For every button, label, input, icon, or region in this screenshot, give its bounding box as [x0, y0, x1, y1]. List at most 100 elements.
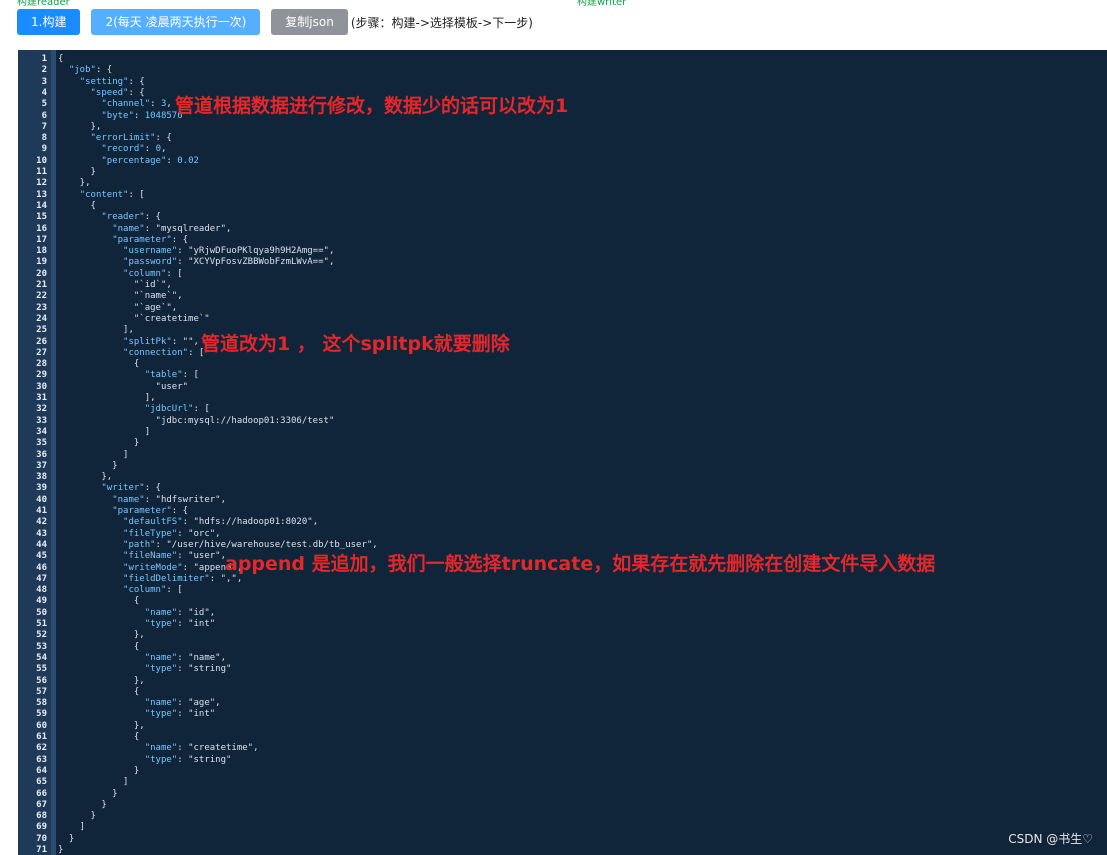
line-number: 45: [36, 551, 47, 562]
code-line[interactable]: "jdbcUrl": [: [58, 404, 210, 415]
code-line[interactable]: ]: [58, 427, 150, 438]
code-line[interactable]: "parameter": {: [58, 235, 188, 246]
code-line[interactable]: "column": [: [58, 269, 183, 280]
line-number: 38: [36, 472, 47, 483]
code-token: },: [58, 472, 113, 483]
code-token: }: [58, 460, 118, 471]
code-line[interactable]: "fileName": "user",: [58, 551, 226, 562]
code-line[interactable]: "type": "int": [58, 709, 215, 720]
code-token: :: [209, 573, 221, 584]
code-line[interactable]: }: [58, 834, 74, 845]
code-line[interactable]: {: [58, 201, 96, 212]
code-line[interactable]: "reader": {: [58, 212, 161, 223]
code-line[interactable]: "jdbc:mysql://hadoop01:3306/test": [58, 416, 335, 427]
code-line[interactable]: "content": [: [58, 190, 145, 201]
code-line[interactable]: "writer": {: [58, 483, 161, 494]
code-line[interactable]: {: [58, 596, 139, 607]
code-token: :: [177, 709, 189, 720]
code-line[interactable]: "`createtime`": [58, 314, 210, 325]
code-line[interactable]: "name": "id",: [58, 608, 215, 619]
code-line[interactable]: "name": "name",: [58, 653, 226, 664]
code-line[interactable]: "fileType": "orc",: [58, 529, 221, 540]
code-line[interactable]: },: [58, 630, 145, 641]
code-line[interactable]: "username": "yRjwDFuoPKlqya9h9H2Amg==",: [58, 246, 334, 257]
code-line[interactable]: "password": "XCYVpFosvZBBWobFzmLWvA==",: [58, 257, 334, 268]
code-line[interactable]: }: [58, 766, 139, 777]
code-line[interactable]: "channel": 3,: [58, 99, 171, 110]
code-line[interactable]: {: [58, 54, 63, 65]
code-line[interactable]: ]: [58, 777, 128, 788]
code-line[interactable]: "fieldDelimiter": ",",: [58, 574, 242, 585]
code-token: "`age`": [133, 302, 172, 313]
build-reader-label[interactable]: 构建reader: [17, 0, 70, 8]
code-line[interactable]: }: [58, 167, 96, 178]
code-line[interactable]: "parameter": {: [58, 506, 188, 517]
code-token: : [: [193, 404, 210, 415]
code-token: }: [58, 438, 140, 449]
code-line[interactable]: "record": 0,: [58, 144, 166, 155]
build-button[interactable]: 1.构建: [17, 9, 81, 35]
code-token: {: [58, 200, 96, 211]
code-line[interactable]: "column": [: [58, 585, 183, 596]
code-line[interactable]: ],: [58, 393, 156, 404]
code-line[interactable]: "speed": {: [58, 88, 145, 99]
code-line[interactable]: "name": "age",: [58, 698, 221, 709]
code-line[interactable]: "name": "createtime",: [58, 743, 259, 754]
code-token: "type": [144, 664, 178, 675]
schedule-button[interactable]: 2(每天 凌晨两天执行一次): [91, 9, 261, 35]
code-line[interactable]: "name": "mysqlreader",: [58, 224, 231, 235]
code-line[interactable]: "type": "int": [58, 619, 215, 630]
code-token: "name": [112, 223, 145, 234]
code-token: "user": [155, 381, 189, 392]
code-line[interactable]: {: [58, 642, 139, 653]
code-token: "XCYVpFosvZBBWobFzmLWvA==": [188, 257, 329, 268]
code-area[interactable]: { "job": { "setting": { "speed": { "chan…: [58, 50, 1107, 855]
code-line[interactable]: }: [58, 438, 139, 449]
code-token: {: [58, 54, 64, 64]
code-line[interactable]: "type": "string": [58, 755, 232, 766]
json-editor[interactable]: 1 2 3 4 5 6 7 8 9 10 11 12 13 14 15 16 17 18 19 20 21 22 23 24 2…: [18, 50, 1107, 855]
code-token: "user": [188, 551, 221, 562]
code-line[interactable]: }: [58, 800, 106, 811]
code-line[interactable]: }: [58, 789, 117, 800]
code-line[interactable]: },: [58, 122, 102, 133]
code-line[interactable]: "job": {: [58, 65, 112, 76]
code-line[interactable]: "`name`",: [58, 291, 183, 302]
code-line[interactable]: "defaultFS": "hdfs://hadoop01:8020",: [58, 517, 318, 528]
code-line[interactable]: "name": "hdfswriter",: [58, 495, 226, 506]
code-line[interactable]: "byte": 1048576: [58, 111, 182, 122]
code-line[interactable]: "type": "string": [58, 664, 232, 675]
code-line[interactable]: ]: [58, 822, 85, 833]
code-line[interactable]: },: [58, 178, 91, 189]
code-line[interactable]: "setting": {: [58, 77, 145, 88]
code-line[interactable]: }: [58, 460, 118, 472]
code-line[interactable]: "errorLimit": {: [58, 133, 172, 144]
code-line[interactable]: },: [58, 676, 145, 687]
code-line[interactable]: },: [58, 472, 112, 483]
build-writer-label[interactable]: 构建writer: [577, 0, 626, 8]
line-number: 40: [36, 494, 47, 505]
code-line[interactable]: }: [58, 811, 96, 822]
code-token: },: [58, 675, 145, 686]
code-line[interactable]: "writeMode": "append",: [58, 563, 242, 574]
code-line[interactable]: "`age`",: [58, 303, 177, 314]
code-line[interactable]: "splitPk": "",: [58, 337, 199, 348]
code-line[interactable]: "`id`",: [58, 280, 172, 291]
code-line[interactable]: ],: [58, 325, 134, 336]
code-line[interactable]: {: [58, 732, 139, 743]
code-line[interactable]: "table": [: [58, 370, 199, 381]
code-line[interactable]: }: [58, 845, 63, 855]
code-line[interactable]: },: [58, 721, 145, 732]
code-line[interactable]: ]: [58, 450, 128, 461]
code-line[interactable]: {: [58, 687, 139, 698]
code-line[interactable]: {: [58, 359, 139, 370]
code-line[interactable]: "percentage": 0.02: [58, 156, 199, 167]
code-token: "name": [144, 698, 178, 709]
copy-json-button[interactable]: 复制json: [271, 9, 348, 35]
code-line[interactable]: "user": [58, 381, 189, 393]
code-token: ]: [58, 426, 151, 437]
code-line[interactable]: "connection": [: [58, 348, 204, 359]
